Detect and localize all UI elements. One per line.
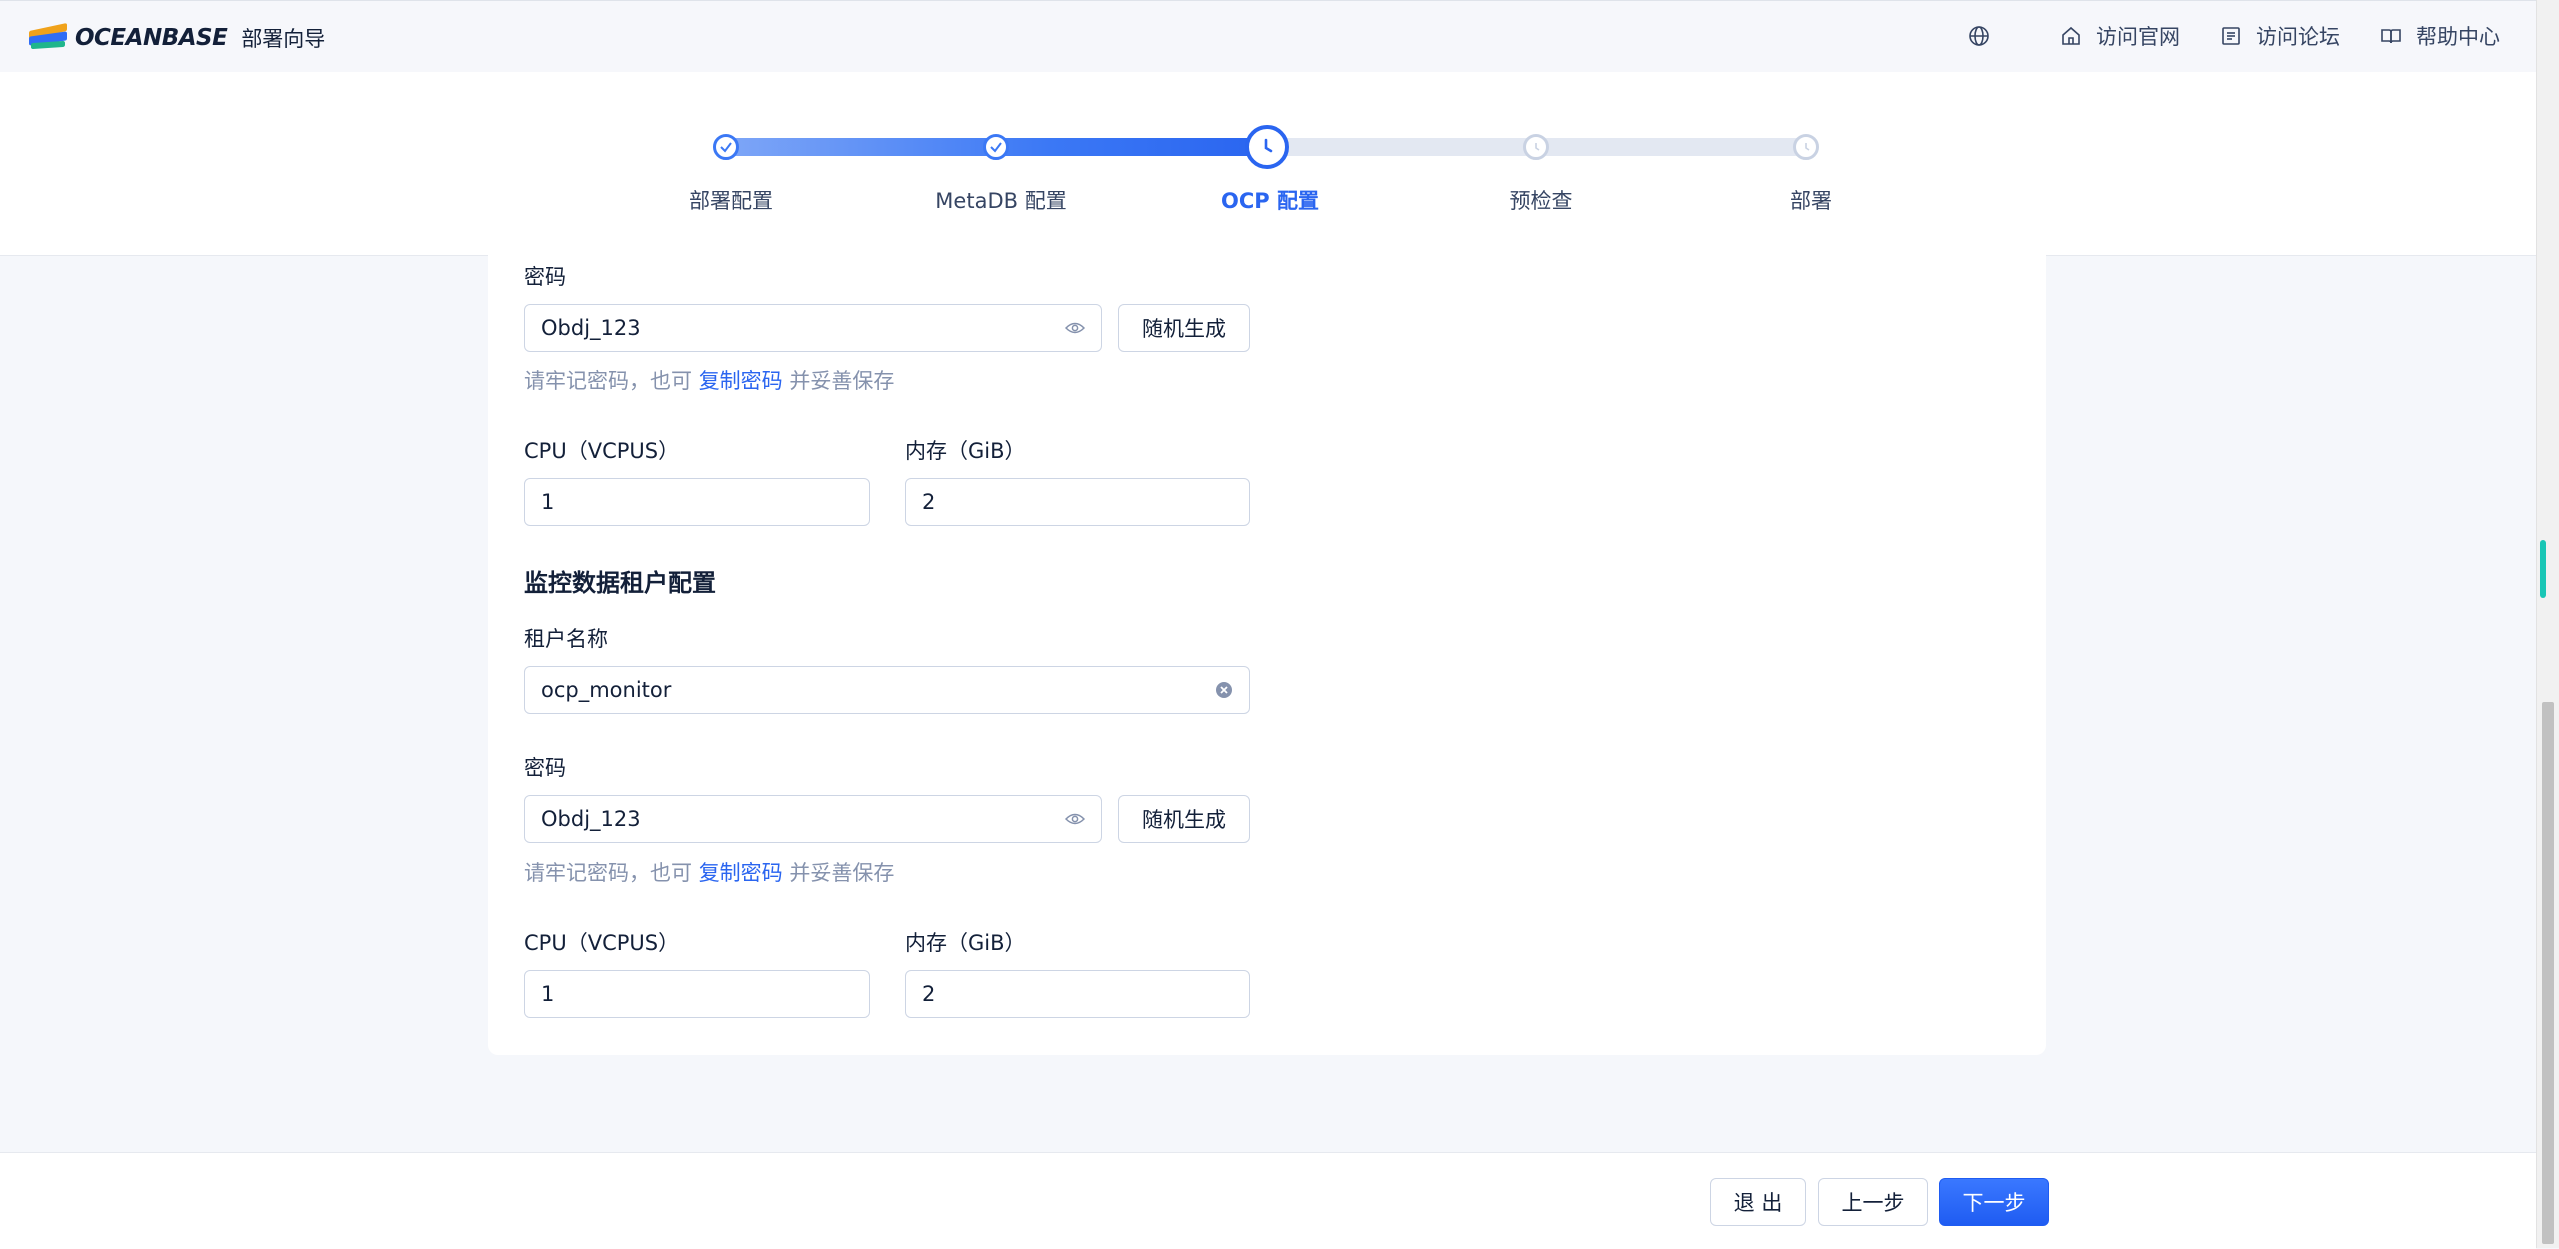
meta-cpu-label: CPU（VCPUS） (524, 439, 680, 463)
meta-password-input[interactable]: Obdj_123 (524, 304, 1102, 352)
page-scrollbar[interactable] (2536, 0, 2559, 1248)
meta-memory-value: 2 (922, 490, 936, 514)
monitor-copy-password-link[interactable]: 复制密码 (699, 861, 783, 885)
meta-cpu-input[interactable]: 1 (524, 478, 870, 526)
help-center-label: 帮助中心 (2416, 25, 2500, 49)
meta-hint-text-before: 请牢记密码，也可 (524, 369, 692, 393)
monitor-memory-value: 2 (922, 982, 936, 1006)
next-step-button[interactable]: 下一步 (1939, 1178, 2049, 1226)
monitor-cpu-input[interactable]: 1 (524, 970, 870, 1018)
monitor-tenant-name-input[interactable]: ocp_monitor (524, 666, 1250, 714)
clear-icon[interactable] (1215, 681, 1233, 699)
forum-icon (2222, 27, 2240, 45)
eye-icon[interactable] (1065, 321, 1085, 335)
step-3-current-clock-icon (1245, 125, 1289, 169)
monitor-hint-text-before: 请牢记密码，也可 (524, 861, 692, 885)
monitor-memory-label: 内存（GiB） (905, 931, 1026, 955)
monitor-cpu-label: CPU（VCPUS） (524, 931, 680, 955)
meta-memory-input[interactable]: 2 (905, 478, 1250, 526)
monitor-memory-input[interactable]: 2 (905, 970, 1250, 1018)
meta-random-generate-button[interactable]: 随机生成 (1118, 304, 1250, 352)
oceanbase-logo-icon (29, 22, 69, 52)
visit-forum-link[interactable]: 访问论坛 (2220, 21, 2340, 51)
step-progress: 部署配置 MetaDB 配置 OCP 配置 预检查 部署 (0, 72, 2536, 256)
monitor-tenant-section-title: 监控数据租户配置 (524, 569, 716, 597)
monitor-password-input[interactable]: Obdj_123 (524, 795, 1102, 843)
globe-icon[interactable] (1968, 25, 1990, 47)
meta-hint-text-after: 并妥善保存 (789, 369, 895, 393)
monitor-password-hint: 请牢记密码，也可 复制密码 并妥善保存 (524, 857, 894, 887)
step-label-deploy: 部署 (1790, 189, 1832, 213)
step-4-pending-clock-icon (1523, 134, 1549, 160)
footer-action-bar: 退 出 上一步 下一步 (0, 1152, 2536, 1249)
app-subtitle: 部署向导 (241, 27, 326, 51)
visit-website-link[interactable]: 访问官网 (2060, 21, 2180, 51)
scrollbar-thumb[interactable] (2542, 702, 2554, 1244)
step-label-metadb-config: MetaDB 配置 (935, 189, 1067, 213)
meta-password-label: 密码 (524, 265, 566, 289)
visit-forum-label: 访问论坛 (2256, 25, 2340, 49)
monitor-random-generate-button[interactable]: 随机生成 (1118, 795, 1250, 843)
eye-icon[interactable] (1065, 812, 1085, 826)
oceanbase-logo: OCEANBASE 部署向导 (29, 22, 326, 53)
meta-password-hint: 请牢记密码，也可 复制密码 并妥善保存 (524, 365, 894, 395)
ocp-config-card: 密码 Obdj_123 随机生成 请牢记密码，也可 复制密码 并妥善保存 CPU… (488, 255, 2046, 1055)
meta-password-value: Obdj_123 (541, 316, 641, 340)
step-1-done-icon (713, 134, 739, 160)
monitor-tenant-name-value: ocp_monitor (541, 678, 672, 702)
meta-copy-password-link[interactable]: 复制密码 (699, 369, 783, 393)
top-header: OCEANBASE 部署向导 访问官网 访问论坛 帮助中心 (0, 0, 2536, 72)
book-icon (2381, 29, 2401, 44)
step-5-pending-clock-icon (1793, 134, 1819, 160)
step-label-ocp-config: OCP 配置 (1221, 189, 1319, 213)
step-2-done-icon (983, 134, 1009, 160)
scroll-position-marker (2540, 540, 2546, 598)
monitor-password-value: Obdj_123 (541, 807, 641, 831)
home-icon (2062, 26, 2080, 45)
meta-cpu-value: 1 (541, 490, 555, 514)
monitor-password-label: 密码 (524, 756, 566, 780)
step-label-deploy-config: 部署配置 (689, 189, 773, 213)
monitor-hint-text-after: 并妥善保存 (789, 861, 895, 885)
monitor-tenant-name-label: 租户名称 (524, 627, 608, 651)
step-label-precheck: 预检查 (1509, 189, 1573, 213)
meta-memory-label: 内存（GiB） (905, 439, 1026, 463)
header-nav: 访问官网 访问论坛 帮助中心 (1968, 21, 2500, 51)
help-center-link[interactable]: 帮助中心 (2380, 21, 2500, 51)
logo-text: OCEANBASE (75, 25, 228, 51)
exit-button[interactable]: 退 出 (1710, 1178, 1806, 1226)
visit-website-label: 访问官网 (2096, 25, 2180, 49)
monitor-cpu-value: 1 (541, 982, 555, 1006)
previous-step-button[interactable]: 上一步 (1818, 1178, 1928, 1226)
